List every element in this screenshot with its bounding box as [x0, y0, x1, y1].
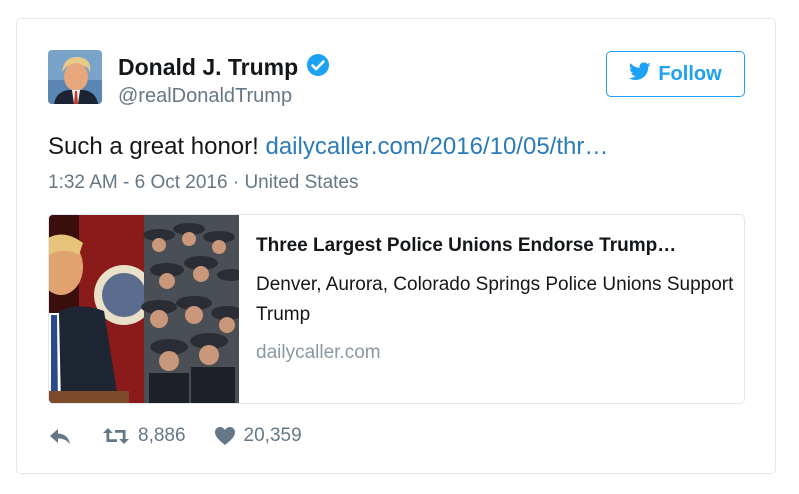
follow-label: Follow	[658, 62, 722, 85]
tweet-actions: 8,886 20,359	[48, 425, 302, 447]
tweet-card: Donald J. Trump @realDonaldTrump Follow …	[16, 18, 776, 474]
retweet-icon	[102, 426, 130, 446]
reply-button[interactable]	[48, 426, 72, 446]
tweet-location[interactable]: United States	[244, 172, 358, 193]
retweet-button[interactable]: 8,886	[102, 425, 186, 447]
name-row: Donald J. Trump	[118, 53, 330, 82]
twitter-bird-icon	[629, 61, 651, 87]
follow-button[interactable]: Follow	[606, 51, 745, 97]
tweet-body: Such a great honor!	[48, 133, 259, 160]
preview-image	[49, 215, 245, 403]
preview-body: Three Largest Police Unions Endorse Trum…	[256, 235, 736, 364]
tweet-meta: 1:32 AM - 6 Oct 2016 · United States	[48, 172, 359, 194]
tweet-timestamp[interactable]: 1:32 AM - 6 Oct 2016	[48, 172, 228, 193]
preview-domain: dailycaller.com	[256, 342, 381, 363]
tweet-text: Such a great honor! dailycaller.com/2016…	[48, 133, 608, 161]
preview-description: Denver, Aurora, Colorado Springs Police …	[256, 274, 734, 325]
verified-badge-icon	[306, 53, 330, 82]
avatar[interactable]	[48, 50, 102, 104]
meta-separator: ·	[232, 172, 245, 193]
retweet-count: 8,886	[138, 425, 186, 446]
heart-icon	[214, 426, 236, 446]
display-name[interactable]: Donald J. Trump	[118, 54, 298, 81]
preview-title[interactable]: Three Largest Police Unions Endorse Trum…	[256, 235, 736, 257]
reply-icon	[48, 426, 72, 446]
like-button[interactable]: 20,359	[214, 425, 302, 447]
link-preview-card[interactable]: Three Largest Police Unions Endorse Trum…	[48, 214, 745, 404]
like-count: 20,359	[243, 425, 302, 446]
user-handle[interactable]: @realDonaldTrump	[118, 85, 292, 108]
tweet-link[interactable]: dailycaller.com/2016/10/05/thr…	[265, 133, 608, 160]
